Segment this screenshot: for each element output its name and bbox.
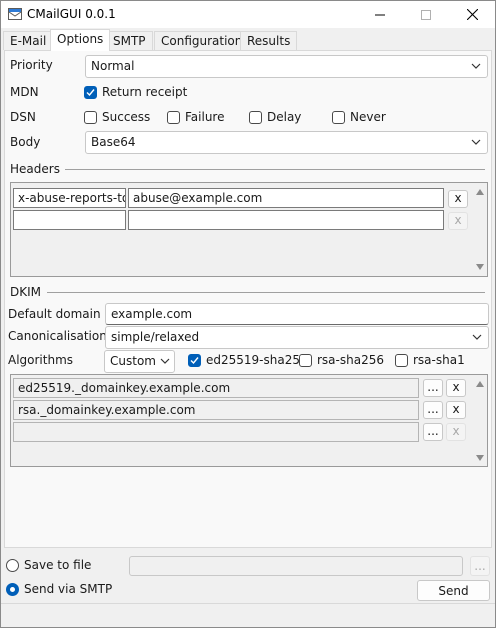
options-panel: Priority Normal MDN Return receipt DSN S…: [4, 50, 492, 548]
priority-label: Priority: [10, 58, 53, 72]
tab-smtp[interactable]: SMTP: [106, 31, 153, 50]
close-icon: [466, 9, 478, 20]
canonicalisation-label: Canonicalisation: [8, 329, 107, 343]
rsa-sha1-checkbox[interactable]: rsa-sha1: [395, 353, 465, 367]
dsn-delay-checkbox[interactable]: Delay: [249, 110, 301, 124]
tab-label: Results: [247, 34, 291, 48]
send-via-smtp-radio[interactable]: Send via SMTP: [6, 582, 112, 596]
remove-key-button[interactable]: x: [446, 423, 466, 441]
checkbox-icon: [332, 110, 345, 124]
dsn-success-label: Success: [102, 110, 151, 124]
chevron-down-icon: [471, 139, 481, 145]
chevron-down-icon: [471, 63, 481, 69]
tab-options[interactable]: Options: [50, 29, 111, 51]
priority-value: Normal: [91, 59, 135, 73]
dkim-keys-scrollbar[interactable]: [473, 377, 487, 464]
checkbox-checked-icon: [84, 85, 97, 99]
checkbox-icon: [84, 110, 97, 124]
save-file-path-input[interactable]: [129, 556, 463, 576]
maximize-button[interactable]: [403, 1, 449, 28]
minimize-icon: [375, 14, 385, 15]
dkim-key-field[interactable]: rsa._domainkey.example.com: [13, 400, 419, 420]
priority-select[interactable]: Normal: [85, 55, 488, 78]
dsn-delay-label: Delay: [267, 110, 302, 124]
return-receipt-label: Return receipt: [102, 85, 188, 99]
default-domain-label: Default domain: [8, 307, 101, 321]
mail-app-icon: [8, 8, 22, 20]
dsn-failure-checkbox[interactable]: Failure: [167, 110, 224, 124]
browse-file-button[interactable]: ...: [470, 556, 490, 576]
title-bar[interactable]: CMailGUI 0.0.1: [1, 1, 495, 28]
tab-label: SMTP: [113, 34, 146, 48]
window-title: CMailGUI 0.0.1: [27, 7, 116, 21]
scroll-down-icon[interactable]: [476, 264, 484, 270]
ed25519-sha256-checkbox[interactable]: ed25519-sha256: [188, 353, 308, 367]
dsn-never-label: Never: [350, 110, 386, 124]
dsn-failure-label: Failure: [185, 110, 225, 124]
tab-configuration[interactable]: Configuration: [154, 31, 250, 50]
chevron-down-icon: [472, 334, 482, 340]
browse-key-button[interactable]: ...: [423, 379, 443, 397]
dsn-never-checkbox[interactable]: Never: [332, 110, 386, 124]
remove-header-button[interactable]: x: [448, 190, 468, 208]
default-domain-input[interactable]: example.com: [105, 303, 489, 325]
body-label: Body: [10, 135, 41, 149]
dkim-key-field[interactable]: ed25519._domainkey.example.com: [13, 378, 419, 398]
tab-label: Configuration: [161, 34, 243, 48]
scroll-up-icon[interactable]: [476, 189, 484, 195]
dkim-keys-list: ed25519._domainkey.example.com ... x rsa…: [10, 374, 488, 467]
algorithms-mode-select[interactable]: Custom: [104, 350, 175, 373]
header-value-field[interactable]: abuse@example.com: [128, 188, 444, 208]
checkbox-icon: [249, 110, 262, 124]
algorithms-label: Algorithms: [8, 353, 74, 367]
dsn-label: DSN: [10, 110, 36, 124]
checkbox-icon: [299, 353, 312, 367]
headers-divider: [65, 169, 485, 170]
radio-icon: [6, 558, 19, 572]
radio-selected-icon: [6, 582, 19, 596]
app-window: CMailGUI 0.0.1 E-Mail Options SMTP Confi…: [0, 0, 496, 628]
remove-key-button[interactable]: x: [446, 379, 466, 397]
checkbox-icon: [167, 110, 180, 124]
status-bar: [1, 603, 495, 627]
mdn-label: MDN: [10, 85, 39, 99]
dkim-section-label: DKIM: [10, 285, 42, 299]
header-value-field[interactable]: [128, 210, 444, 230]
close-button[interactable]: [449, 1, 495, 28]
scroll-down-icon[interactable]: [476, 455, 484, 461]
minimize-button[interactable]: [357, 1, 403, 28]
canonicalisation-select[interactable]: simple/relaxed: [105, 326, 489, 349]
header-name-field[interactable]: [13, 210, 126, 230]
rsa-sha256-checkbox[interactable]: rsa-sha256: [299, 353, 384, 367]
chevron-down-icon: [160, 358, 170, 364]
headers-section-label: Headers: [10, 162, 60, 176]
checkbox-checked-icon: [188, 353, 201, 367]
send-button[interactable]: Send: [417, 580, 490, 601]
tab-email[interactable]: E-Mail: [3, 31, 54, 50]
browse-key-button[interactable]: ...: [423, 401, 443, 419]
tab-label: E-Mail: [10, 34, 47, 48]
dkim-divider: [47, 292, 485, 293]
headers-scrollbar[interactable]: [473, 185, 487, 274]
tab-results[interactable]: Results: [240, 31, 298, 50]
dsn-success-checkbox[interactable]: Success: [84, 110, 150, 124]
return-receipt-checkbox[interactable]: Return receipt: [84, 85, 187, 99]
maximize-icon: [421, 9, 431, 20]
remove-key-button[interactable]: x: [446, 401, 466, 419]
remove-header-button[interactable]: x: [448, 212, 468, 230]
dkim-key-field[interactable]: [13, 422, 419, 442]
scroll-up-icon[interactable]: [476, 381, 484, 387]
tab-label: Options: [57, 32, 104, 46]
browse-key-button[interactable]: ...: [423, 423, 443, 441]
header-name-field[interactable]: x-abuse-reports-to: [13, 188, 126, 208]
body-encoding-select[interactable]: Base64: [85, 131, 488, 154]
body-encoding-value: Base64: [91, 135, 136, 149]
headers-list: x-abuse-reports-to abuse@example.com x x: [10, 182, 488, 277]
save-to-file-radio[interactable]: Save to file: [6, 558, 91, 572]
checkbox-icon: [395, 353, 408, 367]
